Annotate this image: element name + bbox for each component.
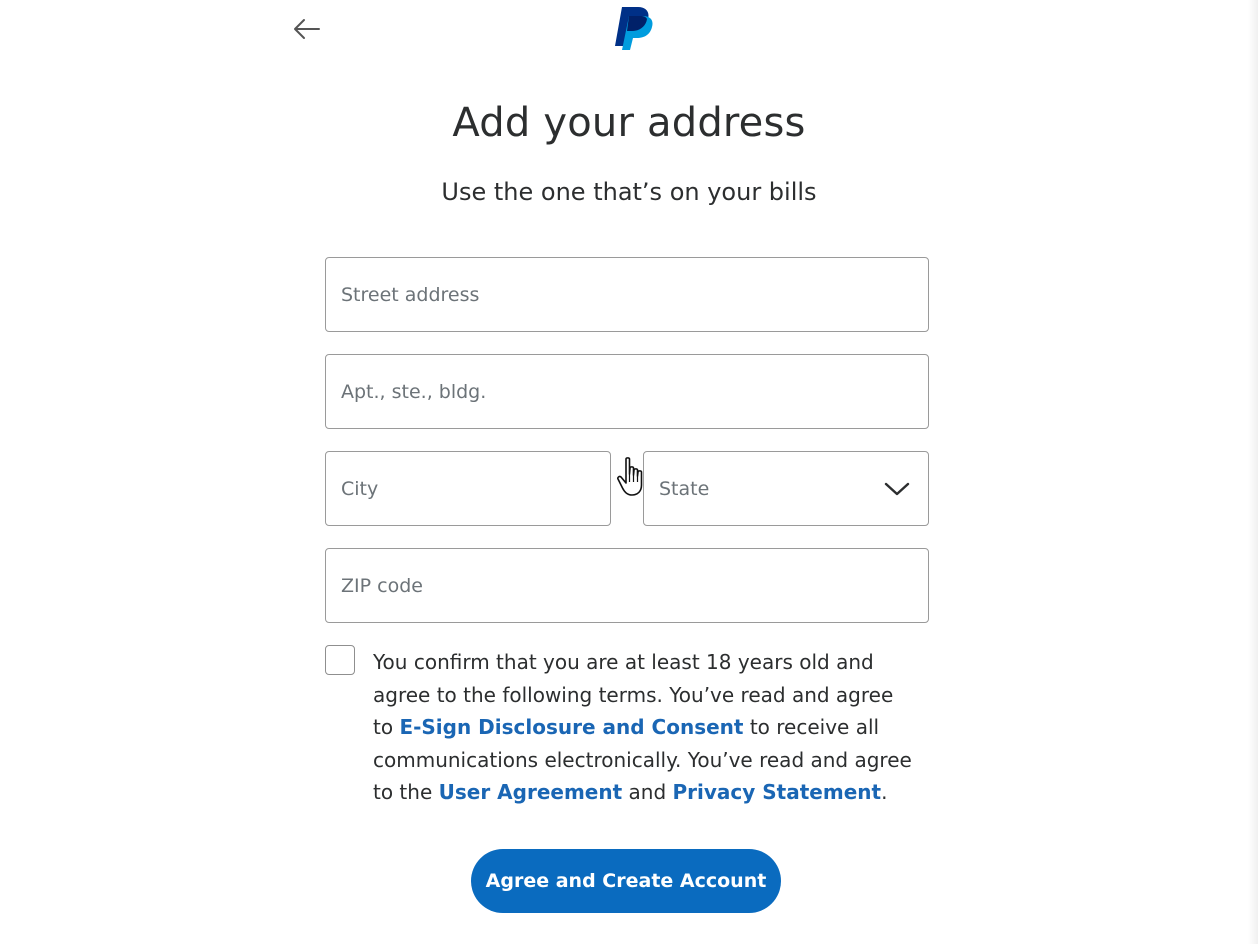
- zip-code-input[interactable]: [326, 549, 928, 622]
- terms-text-part-3: and: [622, 780, 673, 804]
- page-title: Add your address: [452, 100, 806, 146]
- street-address-field[interactable]: [325, 257, 929, 332]
- zip-code-field[interactable]: [325, 548, 929, 623]
- city-field[interactable]: [325, 451, 611, 526]
- chevron-down-icon: [882, 474, 912, 504]
- user-agreement-link[interactable]: User Agreement: [439, 780, 623, 804]
- signup-address-page: Add your address Use the one that’s on y…: [0, 0, 1258, 944]
- street-address-input[interactable]: [326, 258, 928, 331]
- city-input[interactable]: [326, 452, 610, 525]
- apt-field[interactable]: [325, 354, 929, 429]
- scroll-edge: [1248, 0, 1258, 944]
- state-select[interactable]: State: [643, 451, 929, 526]
- apt-input[interactable]: [326, 355, 928, 428]
- page-subtitle: Use the one that’s on your bills: [441, 178, 817, 206]
- esign-disclosure-link[interactable]: E-Sign Disclosure and Consent: [399, 715, 743, 739]
- arrow-left-icon: [294, 19, 320, 39]
- terms-text-part-4: .: [881, 780, 888, 804]
- privacy-statement-link[interactable]: Privacy Statement: [673, 780, 882, 804]
- agree-and-create-account-button[interactable]: Agree and Create Account: [471, 849, 781, 913]
- hand-pointer-icon: [617, 457, 643, 496]
- back-button[interactable]: [290, 14, 324, 44]
- terms-text: You confirm that you are at least 18 yea…: [373, 646, 918, 809]
- state-select-label: State: [659, 477, 710, 500]
- paypal-logo-icon: [615, 7, 653, 50]
- terms-checkbox[interactable]: [325, 645, 355, 675]
